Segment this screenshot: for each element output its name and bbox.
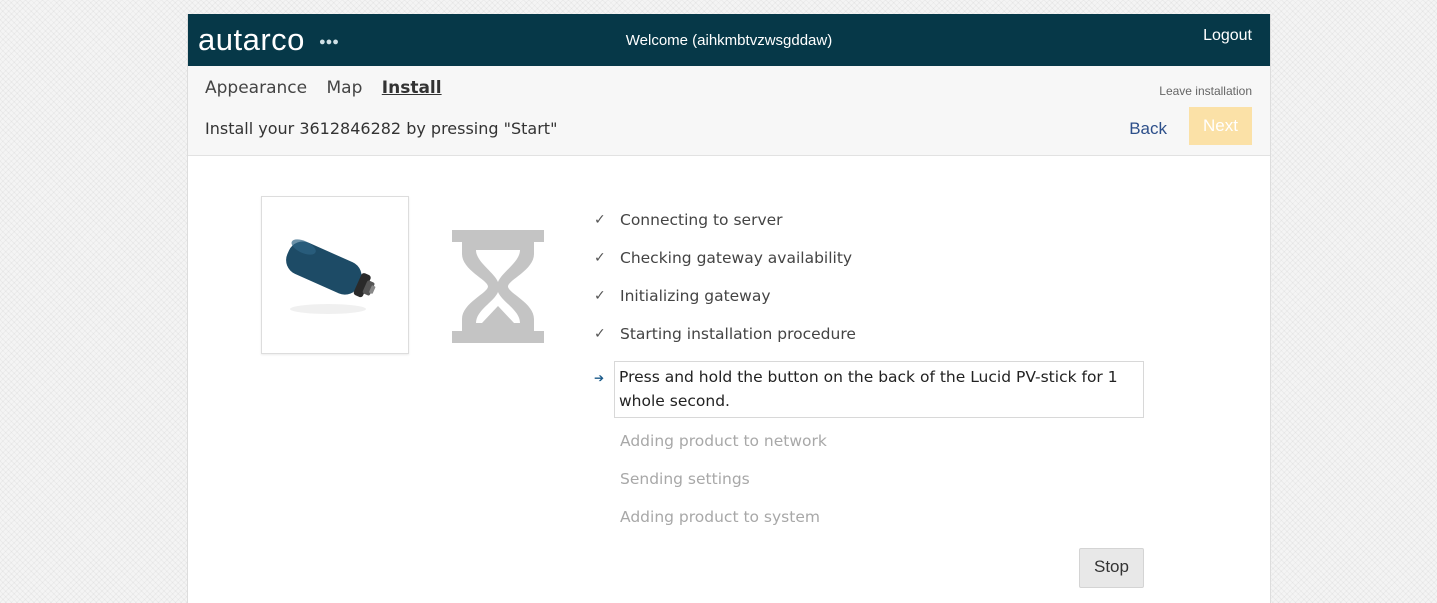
step-item-current: ➔ Press and hold the button on the back …: [594, 361, 1144, 418]
arrow-right-icon: ➔: [594, 371, 605, 385]
check-icon: ✓: [594, 326, 606, 342]
welcome-text: Welcome (aihkmbtvzwsgddaw): [625, 32, 833, 49]
tab-install[interactable]: Install: [382, 78, 442, 98]
step-item: ✓ Starting installation procedure: [594, 323, 1144, 361]
device-image: [261, 196, 409, 354]
check-icon: ✓: [594, 288, 606, 304]
check-icon: ✓: [594, 212, 606, 228]
step-item: ✓ Checking gateway availability: [594, 247, 1144, 285]
install-instruction: Install your 3612846282 by pressing "Sta…: [205, 119, 558, 138]
top-bar: autarco ●●● Welcome (aihkmbtvzwsgddaw) Lo…: [188, 14, 1270, 66]
step-label: Adding product to network: [620, 432, 827, 450]
step-item: Adding product to network: [594, 430, 1144, 468]
tabs: Appearance Map Install: [205, 78, 456, 98]
app-panel: autarco ●●● Welcome (aihkmbtvzwsgddaw) Lo…: [187, 14, 1271, 603]
tab-appearance[interactable]: Appearance: [205, 78, 307, 98]
step-item: Adding product to system: [594, 506, 1144, 544]
hourglass-icon: [452, 230, 544, 347]
step-label: Press and hold the button on the back of…: [619, 368, 1118, 410]
step-label: Starting installation procedure: [620, 325, 856, 343]
step-item: ✓ Initializing gateway: [594, 285, 1144, 323]
tab-map[interactable]: Map: [326, 78, 362, 98]
check-icon: ✓: [594, 250, 606, 266]
back-link[interactable]: Back: [1129, 119, 1167, 139]
step-label: Checking gateway availability: [620, 249, 853, 267]
logout-link[interactable]: Logout: [1203, 27, 1252, 45]
step-item: Sending settings: [594, 468, 1144, 506]
install-steps-list: ✓ Connecting to server ✓ Checking gatewa…: [594, 209, 1144, 544]
usb-stick-image: [286, 239, 376, 314]
install-toolbar: Appearance Map Install Install your 3612…: [188, 66, 1270, 156]
step-label: Adding product to system: [620, 508, 820, 526]
step-label: Connecting to server: [620, 211, 783, 229]
next-button[interactable]: Next: [1189, 107, 1252, 145]
step-label: Initializing gateway: [620, 287, 771, 305]
step-label: Sending settings: [620, 470, 750, 488]
stop-button[interactable]: Stop: [1079, 548, 1144, 588]
leave-installation-link[interactable]: Leave installation: [1159, 84, 1252, 98]
step-item: ✓ Connecting to server: [594, 209, 1144, 247]
current-step-box: Press and hold the button on the back of…: [614, 361, 1144, 418]
